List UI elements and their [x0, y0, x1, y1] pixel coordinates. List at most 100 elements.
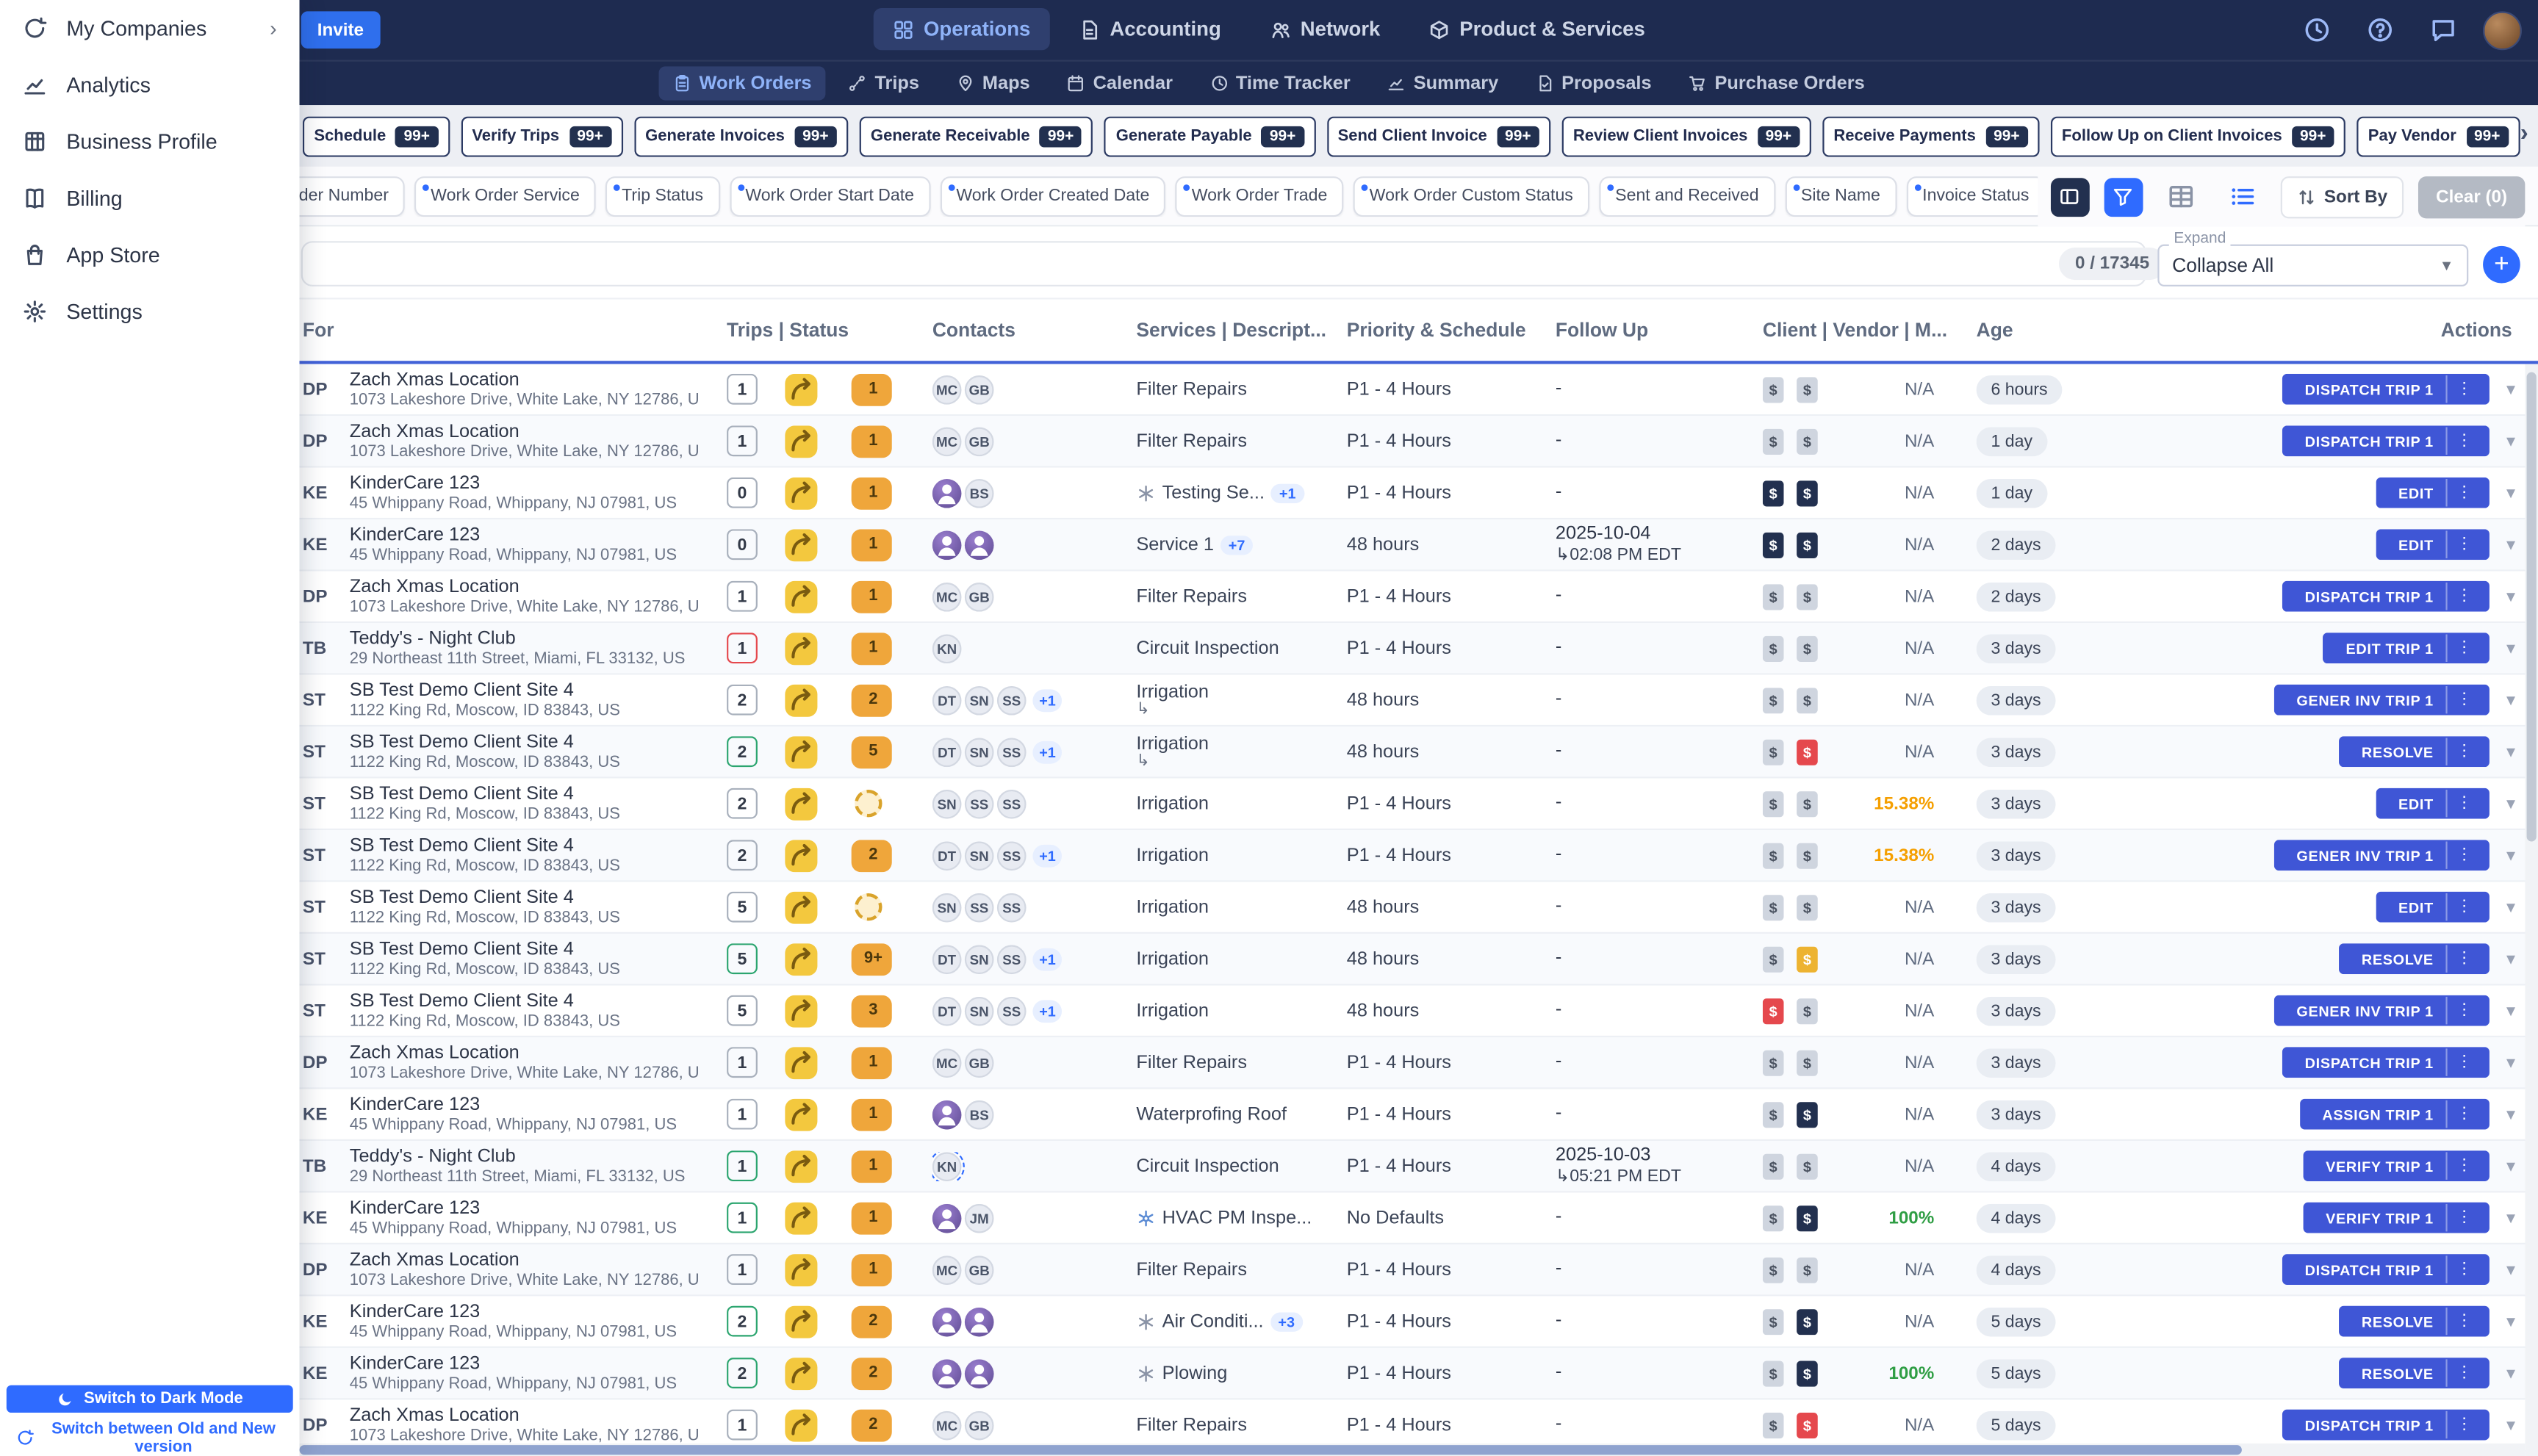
trip-count-chip[interactable]: 2 [727, 736, 758, 768]
vendor-invoice-icon[interactable]: $ [1797, 583, 1818, 610]
contact-avatar[interactable]: GB [964, 1048, 994, 1077]
trip-count-chip[interactable]: 2 [727, 1358, 758, 1389]
client-invoice-icon[interactable]: $ [1762, 1204, 1784, 1231]
trip-count-chip[interactable]: 2 [727, 684, 758, 716]
table-row[interactable]: TB Teddy's - Night Club 29 Northeast 11th … [0, 623, 2538, 675]
contact-avatar[interactable]: SS [964, 892, 994, 922]
contact-avatar[interactable]: MC [932, 1255, 962, 1284]
bulk-action-review-client-invoices[interactable]: Review Client Invoices 99+ [1561, 115, 1811, 156]
contact-avatar[interactable] [932, 477, 962, 508]
table-row[interactable]: ST SB Test Demo Client Site 4 1122 King Rd… [0, 778, 2538, 831]
contact-avatar[interactable]: KN [932, 633, 962, 663]
contact-avatar[interactable]: MC [932, 581, 962, 611]
contact-avatar[interactable]: SS [996, 892, 1027, 922]
contact-avatar[interactable]: MC [932, 426, 962, 456]
row-expand-chevron-icon[interactable]: ▾ [2506, 845, 2515, 865]
contact-avatar[interactable]: SS [964, 788, 994, 818]
table-row[interactable]: KE KinderCare 123 45 Whippany Road, Whippa… [0, 1296, 2538, 1348]
contact-avatar[interactable]: SS [996, 685, 1027, 715]
vendor-invoice-icon[interactable]: $ [1797, 687, 1818, 713]
clear-filters-button[interactable]: Clear (0) [2417, 176, 2526, 218]
contact-avatar[interactable]: SN [932, 892, 962, 922]
trip-count-chip[interactable]: 1 [727, 1409, 758, 1441]
client-invoice-icon[interactable]: $ [1762, 480, 1784, 506]
action-menu-dots[interactable]: ⋮ [2446, 634, 2480, 662]
client-invoice-icon[interactable]: $ [1762, 635, 1784, 661]
table-row[interactable]: KE KinderCare 123 45 Whippany Road, Whippa… [0, 1192, 2538, 1244]
primary-action-button[interactable]: RESOLVE ⋮ [2339, 1305, 2490, 1337]
action-menu-dots[interactable]: ⋮ [2446, 530, 2480, 558]
primary-action-button[interactable]: EDIT ⋮ [2376, 529, 2490, 561]
primary-action-button[interactable]: VERIFY TRIP 1 ⋮ [2303, 1202, 2490, 1233]
row-expand-chevron-icon[interactable]: ▾ [2506, 689, 2515, 710]
trip-count-chip[interactable]: 0 [727, 529, 758, 561]
contact-avatar[interactable]: SS [996, 840, 1027, 871]
contact-avatar[interactable]: SN [964, 944, 994, 973]
action-menu-dots[interactable]: ⋮ [2446, 1100, 2480, 1128]
collapse-all-select[interactable]: Collapse All ▼ [2157, 244, 2469, 286]
contact-avatar[interactable]: GB [964, 581, 994, 611]
primary-action-button[interactable]: GENER INV TRIP 1 ⋮ [2273, 995, 2490, 1026]
table-row[interactable]: KE KinderCare 123 45 Whippany Road, Whippa… [0, 519, 2538, 572]
client-invoice-icon[interactable]: $ [1762, 894, 1784, 920]
trip-count-chip[interactable]: 1 [727, 633, 758, 664]
sub-tab-trips[interactable]: Trips [834, 66, 933, 100]
primary-action-button[interactable]: DISPATCH TRIP 1 ⋮ [2282, 1047, 2490, 1078]
vendor-invoice-icon[interactable]: $ [1797, 1153, 1818, 1179]
bulk-action-generate-payable[interactable]: Generate Payable 99+ [1104, 115, 1315, 156]
client-invoice-icon[interactable]: $ [1762, 1153, 1784, 1179]
client-invoice-icon[interactable]: $ [1762, 1411, 1784, 1438]
vendor-invoice-icon[interactable]: $ [1797, 531, 1818, 558]
table-row[interactable]: DP Zach Xmas Location 1073 Lakeshore Drive… [0, 1244, 2538, 1297]
row-expand-chevron-icon[interactable]: ▾ [2506, 1207, 2515, 1228]
row-expand-chevron-icon[interactable]: ▾ [2506, 1363, 2515, 1383]
primary-action-button[interactable]: EDIT ⋮ [2376, 891, 2490, 923]
contact-avatar[interactable] [932, 530, 962, 560]
contact-avatar[interactable]: DT [932, 944, 962, 973]
table-row[interactable]: ST SB Test Demo Client Site 4 1122 King Rd… [0, 882, 2538, 934]
filter-button[interactable] [2104, 177, 2143, 217]
primary-action-button[interactable]: EDIT ⋮ [2376, 477, 2490, 508]
trip-count-chip[interactable]: 1 [727, 1150, 758, 1182]
bulk-action-receive-payments[interactable]: Receive Payments 99+ [1822, 115, 2040, 156]
row-expand-chevron-icon[interactable]: ▾ [2506, 793, 2515, 814]
row-expand-chevron-icon[interactable]: ▾ [2506, 896, 2515, 918]
vendor-invoice-icon[interactable]: $ [1797, 1256, 1818, 1283]
trip-count-chip[interactable]: 1 [727, 580, 758, 612]
sub-tab-summary[interactable]: Summary [1373, 66, 1513, 100]
contact-avatar[interactable]: MC [932, 1410, 962, 1440]
search-input[interactable] [301, 241, 2146, 286]
trip-count-chip[interactable]: 1 [727, 1202, 758, 1233]
vendor-invoice-icon[interactable]: $ [1797, 1360, 1818, 1386]
action-menu-dots[interactable]: ⋮ [2446, 583, 2480, 610]
contact-avatar[interactable] [964, 530, 994, 560]
row-expand-chevron-icon[interactable]: ▾ [2506, 1414, 2515, 1435]
vendor-invoice-icon[interactable]: $ [1797, 945, 1818, 972]
user-avatar[interactable] [2483, 10, 2522, 50]
contact-avatar[interactable]: GB [964, 1255, 994, 1284]
vertical-scrollbar-thumb[interactable] [2526, 372, 2537, 842]
table-row[interactable]: ST SB Test Demo Client Site 4 1122 King Rd… [0, 985, 2538, 1037]
filter-chip-work-order-start-date[interactable]: Work Order Start Date [729, 176, 931, 217]
top-tab-accounting[interactable]: Accounting [1060, 8, 1240, 50]
contact-avatar[interactable]: KN [932, 1151, 965, 1181]
bulk-action-follow-up-on-client-invoices[interactable]: Follow Up on Client Invoices 99+ [2050, 115, 2345, 156]
client-invoice-icon[interactable]: $ [1762, 945, 1784, 972]
bulk-action-generate-receivable[interactable]: Generate Receivable 99+ [859, 115, 1093, 156]
action-menu-dots[interactable]: ⋮ [2446, 1307, 2480, 1336]
action-menu-dots[interactable]: ⋮ [2446, 841, 2480, 869]
action-menu-dots[interactable]: ⋮ [2446, 1152, 2480, 1180]
trip-count-chip[interactable]: 1 [727, 373, 758, 405]
client-invoice-icon[interactable]: $ [1762, 531, 1784, 558]
sub-tab-maps[interactable]: Maps [942, 66, 1045, 100]
contact-avatar[interactable]: BS [964, 477, 994, 508]
trip-count-chip[interactable]: 2 [727, 788, 758, 819]
contact-avatar[interactable]: DT [932, 737, 962, 767]
table-row[interactable]: ST SB Test Demo Client Site 4 1122 King Rd… [0, 674, 2538, 727]
bulk-action-verify-trips[interactable]: Verify Trips 99+ [460, 115, 623, 156]
trip-count-chip[interactable]: 1 [727, 425, 758, 457]
row-expand-chevron-icon[interactable]: ▾ [2506, 638, 2515, 658]
contact-avatar[interactable]: MC [932, 1048, 962, 1077]
contact-avatar[interactable]: DT [932, 840, 962, 871]
client-invoice-icon[interactable]: $ [1762, 428, 1784, 454]
